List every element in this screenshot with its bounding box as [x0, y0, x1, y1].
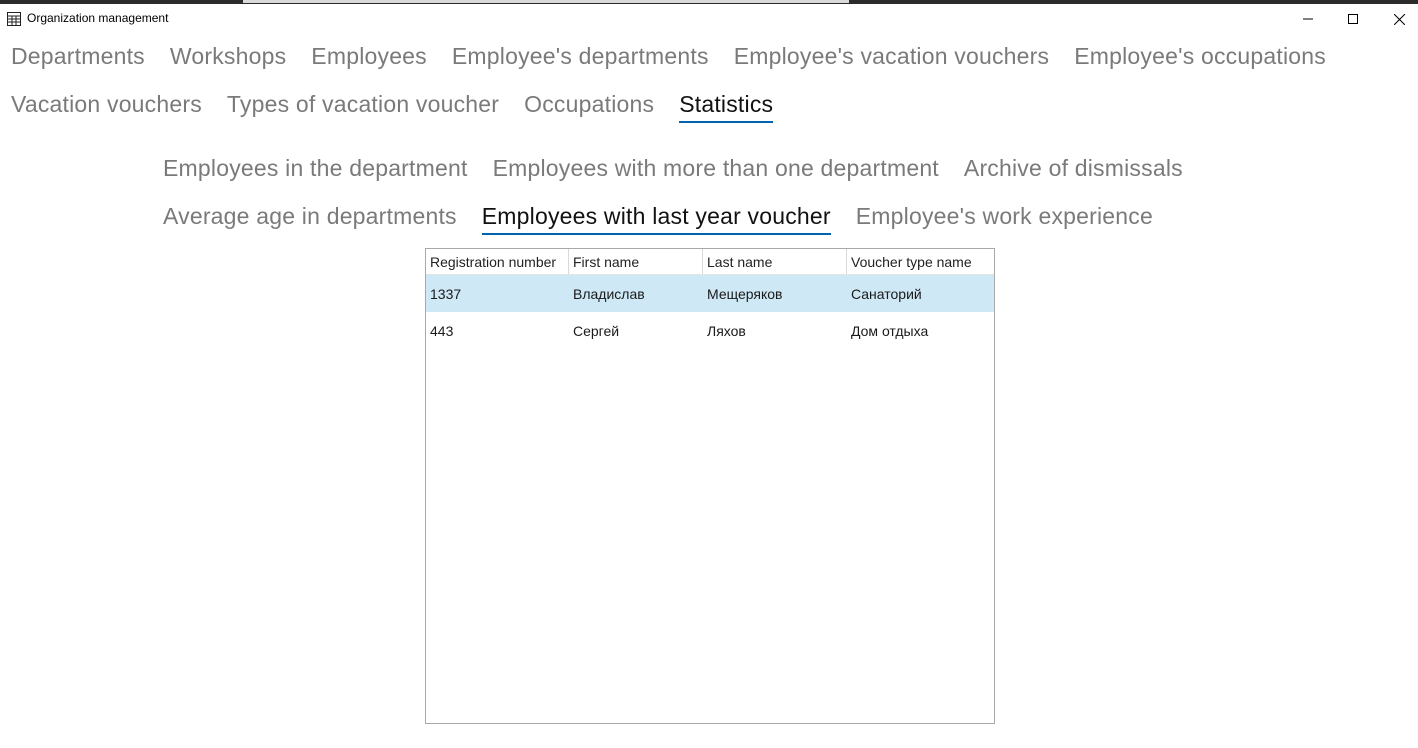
maximize-icon	[1348, 14, 1358, 24]
window-title: Organization management	[27, 11, 169, 25]
tab-employees-occupations[interactable]: Employee's occupations	[1074, 43, 1326, 73]
statistics-subtabs-row-2: Average age in departments Employees wit…	[163, 203, 1178, 235]
subtab-archive-of-dismissals[interactable]: Archive of dismissals	[964, 155, 1183, 185]
close-icon	[1393, 13, 1405, 25]
table-row[interactable]: 1337 Владислав Мещеряков Санаторий	[426, 275, 994, 312]
column-header-voucher-type-name[interactable]: Voucher type name	[847, 249, 994, 274]
tab-types-of-vacation-voucher[interactable]: Types of vacation voucher	[227, 91, 499, 123]
cell-registration-number[interactable]: 443	[426, 323, 569, 339]
vouchers-data-grid[interactable]: Registration number First name Last name…	[425, 248, 995, 724]
table-row[interactable]: 443 Сергей Ляхов Дом отдыха	[426, 312, 994, 349]
title-bar[interactable]: Organization management	[0, 4, 1418, 34]
grid-header: Registration number First name Last name…	[426, 249, 994, 275]
tab-employees[interactable]: Employees	[311, 43, 427, 73]
statistics-subtabs-row-1: Employees in the department Employees wi…	[163, 155, 1208, 185]
minimize-button[interactable]	[1285, 4, 1331, 34]
subtab-employees-more-than-one-department[interactable]: Employees with more than one department	[493, 155, 939, 185]
grid-app-icon	[7, 12, 21, 26]
cell-voucher-type-name[interactable]: Санаторий	[847, 286, 994, 302]
top-strip-highlight	[243, 0, 849, 3]
tab-vacation-vouchers[interactable]: Vacation vouchers	[11, 91, 202, 123]
cell-first-name[interactable]: Владислав	[569, 286, 703, 302]
cell-registration-number[interactable]: 1337	[426, 286, 569, 302]
subtab-employees-last-year-voucher[interactable]: Employees with last year voucher	[481, 203, 831, 235]
cell-first-name[interactable]: Сергей	[569, 323, 703, 339]
app-window: Organization management Departments Work…	[0, 0, 1418, 748]
tab-employees-vacation-vouchers[interactable]: Employee's vacation vouchers	[734, 43, 1050, 73]
cell-last-name[interactable]: Ляхов	[703, 323, 847, 339]
main-tabs-row-1: Departments Workshops Employees Employee…	[11, 43, 1351, 73]
subtab-work-experience[interactable]: Employee's work experience	[856, 203, 1153, 235]
close-button[interactable]	[1376, 4, 1418, 34]
tab-workshops[interactable]: Workshops	[170, 43, 286, 73]
maximize-button[interactable]	[1330, 4, 1376, 34]
column-header-last-name[interactable]: Last name	[703, 249, 847, 274]
cell-last-name[interactable]: Мещеряков	[703, 286, 847, 302]
subtab-employees-in-department[interactable]: Employees in the department	[163, 155, 468, 185]
subtab-average-age[interactable]: Average age in departments	[163, 203, 457, 235]
column-header-first-name[interactable]: First name	[569, 249, 703, 274]
main-tabs-row-2: Vacation vouchers Types of vacation vouc…	[11, 91, 798, 123]
tab-employees-departments[interactable]: Employee's departments	[452, 43, 709, 73]
tab-departments[interactable]: Departments	[11, 43, 145, 73]
column-header-registration-number[interactable]: Registration number	[426, 249, 569, 274]
cell-voucher-type-name[interactable]: Дом отдыха	[847, 323, 994, 339]
tab-statistics[interactable]: Statistics	[679, 91, 774, 123]
tab-occupations[interactable]: Occupations	[524, 91, 654, 123]
minimize-icon	[1303, 18, 1313, 20]
